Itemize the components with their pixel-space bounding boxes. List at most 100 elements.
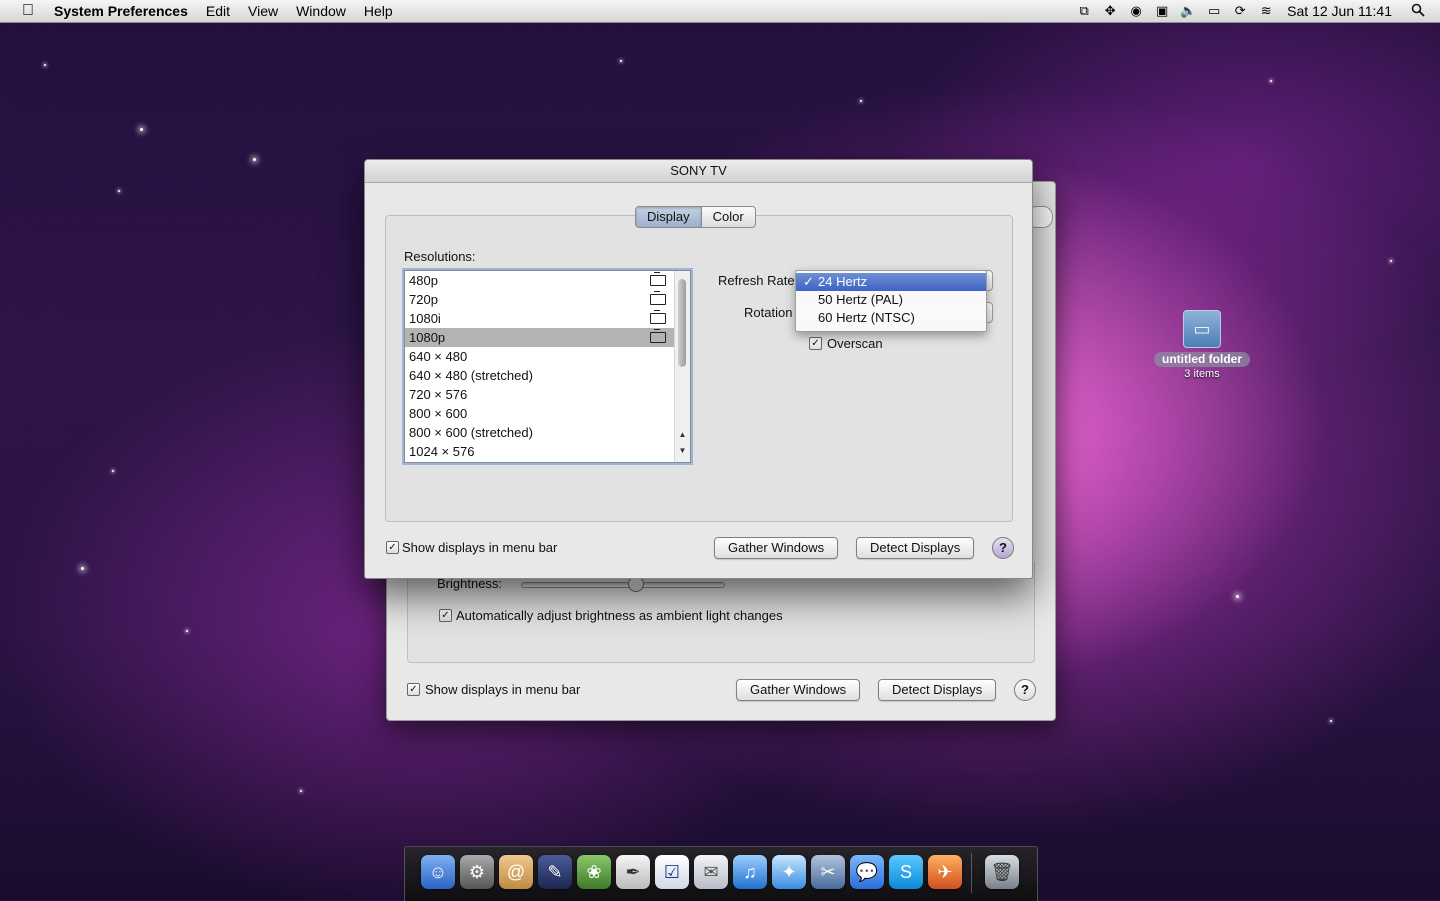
star (1330, 720, 1332, 722)
menu-window[interactable]: Window (296, 3, 346, 19)
finder-icon[interactable]: ☺ (421, 855, 455, 889)
star (118, 190, 120, 192)
resolution-row[interactable]: 1080p (405, 328, 674, 347)
resolution-label: 640 × 480 (409, 349, 468, 364)
resolutions-label: Resolutions: (404, 249, 476, 264)
resolution-row[interactable]: 800 × 600 (stretched) (405, 423, 674, 442)
system-preferences-icon[interactable]: ⚙ (460, 855, 494, 889)
tv-icon (650, 332, 666, 343)
tab-bar: Display Color (635, 206, 756, 228)
resolution-row[interactable]: 1024 × 576 (405, 442, 674, 461)
pen-app-icon[interactable]: ✎ (538, 855, 572, 889)
resolution-row[interactable]: 720 × 576 (405, 385, 674, 404)
resolution-label: 1080p (409, 330, 446, 345)
folder-icon[interactable]: ▭ (1183, 310, 1221, 348)
star (1270, 80, 1272, 82)
skype-icon[interactable]: S (889, 855, 923, 889)
screen-icon[interactable]: ▣ (1149, 3, 1175, 19)
brightness-slider[interactable] (521, 582, 725, 588)
menu-edit[interactable]: Edit (206, 3, 230, 19)
move-icon[interactable]: ✥ (1097, 3, 1123, 19)
tab-display[interactable]: Display (636, 207, 701, 227)
itunes-icon[interactable]: ♫ (733, 855, 767, 889)
tv-icon (650, 275, 666, 286)
refresh-option-60[interactable]: 60 Hertz (NTSC) (796, 309, 986, 327)
back-help-button[interactable]: ? (1014, 679, 1036, 701)
back-show-displays-checkbox[interactable]: ✓ (407, 683, 420, 696)
resolutions-scrollbar[interactable]: ▲ ▼ (674, 271, 690, 462)
sync-icon[interactable]: ⟳ (1227, 3, 1253, 19)
folder-name[interactable]: untitled folder (1154, 352, 1250, 367)
photo-app-icon[interactable]: ❀ (577, 855, 611, 889)
tv-icon (650, 313, 666, 324)
star (112, 470, 114, 472)
resolution-row[interactable]: 800 × 600 (405, 404, 674, 423)
scroll-down-arrow-icon[interactable]: ▼ (677, 445, 688, 457)
address-book-icon[interactable]: @ (499, 855, 533, 889)
star (140, 128, 143, 131)
resolution-label: 1024 × 576 (409, 444, 475, 459)
resolution-label: 800 × 600 (409, 406, 468, 421)
auto-brightness-checkbox[interactable]: ✓ (439, 609, 452, 622)
menu-view[interactable]: View (248, 3, 278, 19)
time-machine-icon[interactable]: ◉ (1123, 3, 1149, 19)
resolution-row[interactable]: 1080i (405, 309, 674, 328)
resolution-label: 480p (409, 273, 438, 288)
refresh-option-50[interactable]: 50 Hertz (PAL) (796, 291, 986, 309)
back-gather-windows-button[interactable]: Gather Windows (736, 679, 861, 701)
spotlight-icon[interactable] (1408, 3, 1428, 20)
wifi-icon[interactable]: ≋ (1253, 3, 1279, 19)
overscan-checkbox[interactable]: ✓ (809, 337, 822, 350)
menu-help[interactable]: Help (364, 3, 393, 19)
auto-brightness-label: Automatically adjust brightness as ambie… (456, 608, 783, 623)
volume-icon[interactable]: 🔈 (1175, 3, 1201, 19)
menu-clock[interactable]: Sat 12 Jun 11:41 (1287, 3, 1392, 19)
star (253, 158, 256, 161)
transmit-icon[interactable]: ✈ (928, 855, 962, 889)
resolution-label: 720 × 576 (409, 387, 468, 402)
ichat-icon[interactable]: 💬 (850, 855, 884, 889)
safari-icon[interactable]: ✦ (772, 855, 806, 889)
resolution-label: 640 × 480 (stretched) (409, 368, 533, 383)
star (44, 64, 46, 66)
apple-menu-icon[interactable]:  (18, 2, 38, 20)
resolution-label: 1080i (409, 311, 441, 326)
show-displays-checkbox[interactable]: ✓ (386, 541, 399, 554)
battery-icon[interactable]: ▭ (1201, 3, 1227, 19)
desktop-folder[interactable]: ▭ untitled folder 3 items (1148, 310, 1256, 380)
menu-app-name[interactable]: System Preferences (54, 3, 188, 19)
refresh-option-24[interactable]: ✓ 24 Hertz (796, 273, 986, 291)
star (860, 100, 862, 102)
detect-displays-button[interactable]: Detect Displays (856, 537, 975, 559)
rotation-label: Rotation (744, 305, 793, 320)
things-todo-icon[interactable]: ☑ (655, 855, 689, 889)
menu-extras: ⧉ ✥ ◉ ▣ 🔈 ▭ ⟳ ≋ Sat 12 Jun 11:41 (1071, 0, 1440, 22)
scrollbar-thumb[interactable] (678, 279, 686, 367)
refresh-rate-label: Refresh Rate (718, 273, 795, 288)
resolution-row[interactable]: 480p (405, 271, 674, 290)
mail-icon[interactable]: ✉ (694, 855, 728, 889)
resolution-row[interactable]: 640 × 480 (405, 347, 674, 366)
folder-item-count: 3 items (1184, 368, 1220, 380)
trash-icon[interactable]: 🗑 (985, 855, 1019, 889)
overscan-label: Overscan (827, 336, 883, 351)
resolution-row[interactable]: 640 × 480 (stretched) (405, 366, 674, 385)
help-button[interactable]: ? (992, 537, 1014, 559)
script-editor-icon[interactable]: ✒ (616, 855, 650, 889)
sheet-title: SONY TV (365, 160, 1032, 183)
resolution-label: 800 × 600 (stretched) (409, 425, 533, 440)
displays-menu-icon[interactable]: ⧉ (1071, 3, 1097, 19)
back-detect-displays-button[interactable]: Detect Displays (878, 679, 997, 701)
scroll-up-arrow-icon[interactable]: ▲ (677, 429, 688, 441)
resolution-row[interactable]: 720p (405, 290, 674, 309)
utility-app-icon[interactable]: ✂ (811, 855, 845, 889)
refresh-rate-menu: ✓ 24 Hertz 50 Hertz (PAL) 60 Hertz (NTSC… (795, 270, 987, 332)
star (1390, 260, 1392, 262)
checkmark-icon: ✓ (803, 274, 814, 289)
show-displays-label: Show displays in menu bar (402, 540, 558, 555)
tab-color[interactable]: Color (700, 207, 755, 227)
resolutions-list[interactable]: 480p 720p 1080i 1080p 640 × 480 640 × 480 (st… (404, 270, 691, 463)
star (186, 630, 188, 632)
star (81, 567, 84, 570)
gather-windows-button[interactable]: Gather Windows (714, 537, 839, 559)
